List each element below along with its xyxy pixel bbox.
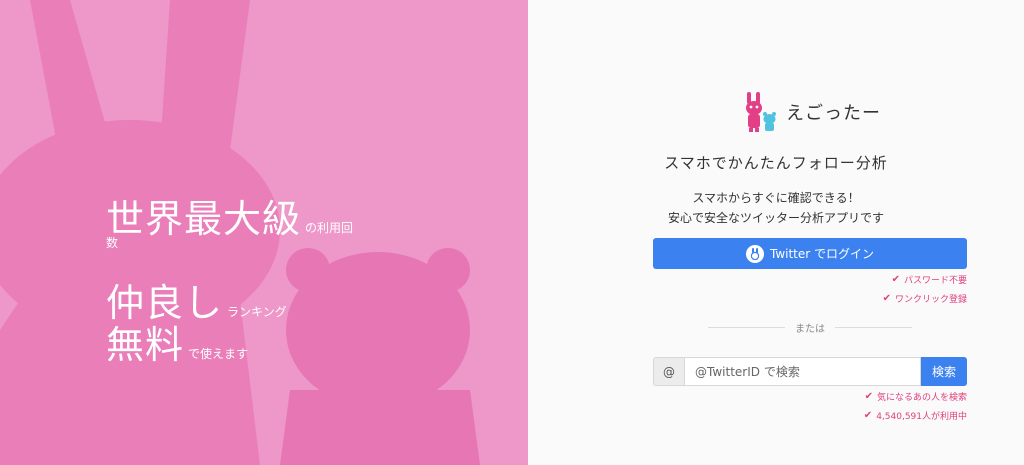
check-icon: ✔ — [864, 391, 873, 402]
login-feature-label: パスワード不要 — [903, 276, 967, 286]
check-icon: ✔ — [891, 274, 900, 285]
tagline-wrap: 数 — [106, 236, 118, 250]
login-feature-item: ✔ パスワード不要 — [892, 273, 967, 286]
search-feature-item: ✔ 気になるあの人を検索 — [865, 390, 967, 403]
tagline-headline-3: 無料 — [106, 323, 185, 367]
or-divider: または — [708, 320, 912, 335]
divider-line — [835, 326, 912, 328]
check-icon: ✔ — [863, 410, 873, 421]
tagline-line-3: 無料 で使えます — [106, 322, 248, 368]
description-line-1: スマホからすぐに確認できる！ — [692, 191, 860, 205]
mascot-logo-icon — [746, 92, 776, 132]
tagline-headline-2: 仲良し — [106, 281, 224, 325]
page-subtitle: スマホでかんたんフォロー分析 — [664, 154, 888, 172]
description-line-2: 安心で安全なツイッター分析アプリです — [667, 211, 884, 225]
search-feature-label: 4,540,591人が利用中 — [876, 412, 967, 422]
twitter-login-button[interactable]: Twitter でログイン — [653, 238, 967, 269]
login-feature-item: ✔ ワンクリック登録 — [883, 292, 967, 305]
tagline-headline-1: 世界最大級 — [106, 197, 302, 241]
search-button[interactable]: 検索 — [921, 357, 967, 386]
rabbit-icon — [745, 244, 764, 263]
divider-line — [708, 326, 785, 328]
search-feature-label: 気になるあの人を検索 — [876, 393, 967, 403]
login-panel: えごったー スマホでかんたんフォロー分析 スマホからすぐに確認できる！ 安心で安… — [528, 0, 1024, 465]
brand: えごったー — [744, 92, 881, 132]
at-prefix: @ — [653, 357, 684, 386]
description: スマホからすぐに確認できる！ 安心で安全なツイッター分析アプリです — [528, 188, 1024, 228]
check-icon: ✔ — [882, 293, 891, 304]
hero-panel: 世界最大級 の利用回 数 仲良し ランキング 無料 で使えます — [0, 0, 528, 465]
tagline-line-1: 世界最大級 の利用回 — [106, 196, 353, 242]
twitter-login-label: Twitter でログイン — [769, 247, 875, 261]
user-search-form: @ 検索 — [653, 357, 967, 386]
tagline-sub-2: ランキング — [227, 305, 287, 319]
tagline-sub-1: の利用回 — [305, 221, 354, 235]
or-text: または — [795, 323, 825, 335]
tagline-line-2: 仲良し ランキング — [106, 280, 287, 326]
login-feature-label: ワンクリック登録 — [894, 295, 967, 305]
tagline-sub-1-wrap: 数 — [106, 236, 119, 250]
twitter-id-search-input[interactable] — [684, 357, 921, 386]
brand-name: えごったー — [786, 103, 881, 124]
search-feature-item: ✔ 4,540,591人が利用中 — [864, 409, 967, 422]
tagline-sub-3: で使えます — [188, 347, 249, 361]
